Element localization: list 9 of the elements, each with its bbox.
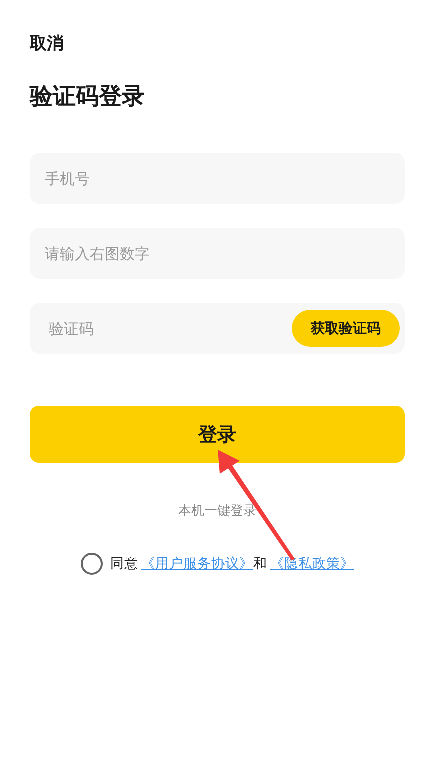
input-field[interactable]: 请输入右图数字 [30,228,405,279]
cancel-link[interactable]: 取消 [30,32,64,55]
input-field[interactable]: 验证码 获取验证码 [30,303,405,354]
input-field[interactable]: 手机号 [30,153,405,204]
get-code-button[interactable]: 获取验证码 [292,310,400,347]
page-title: 验证码登录 [30,83,145,112]
agree-checkbox[interactable] [80,553,102,575]
login-button[interactable]: 登录 [30,406,405,463]
one-tap-login-link[interactable]: 本机一键登录 [178,502,256,520]
